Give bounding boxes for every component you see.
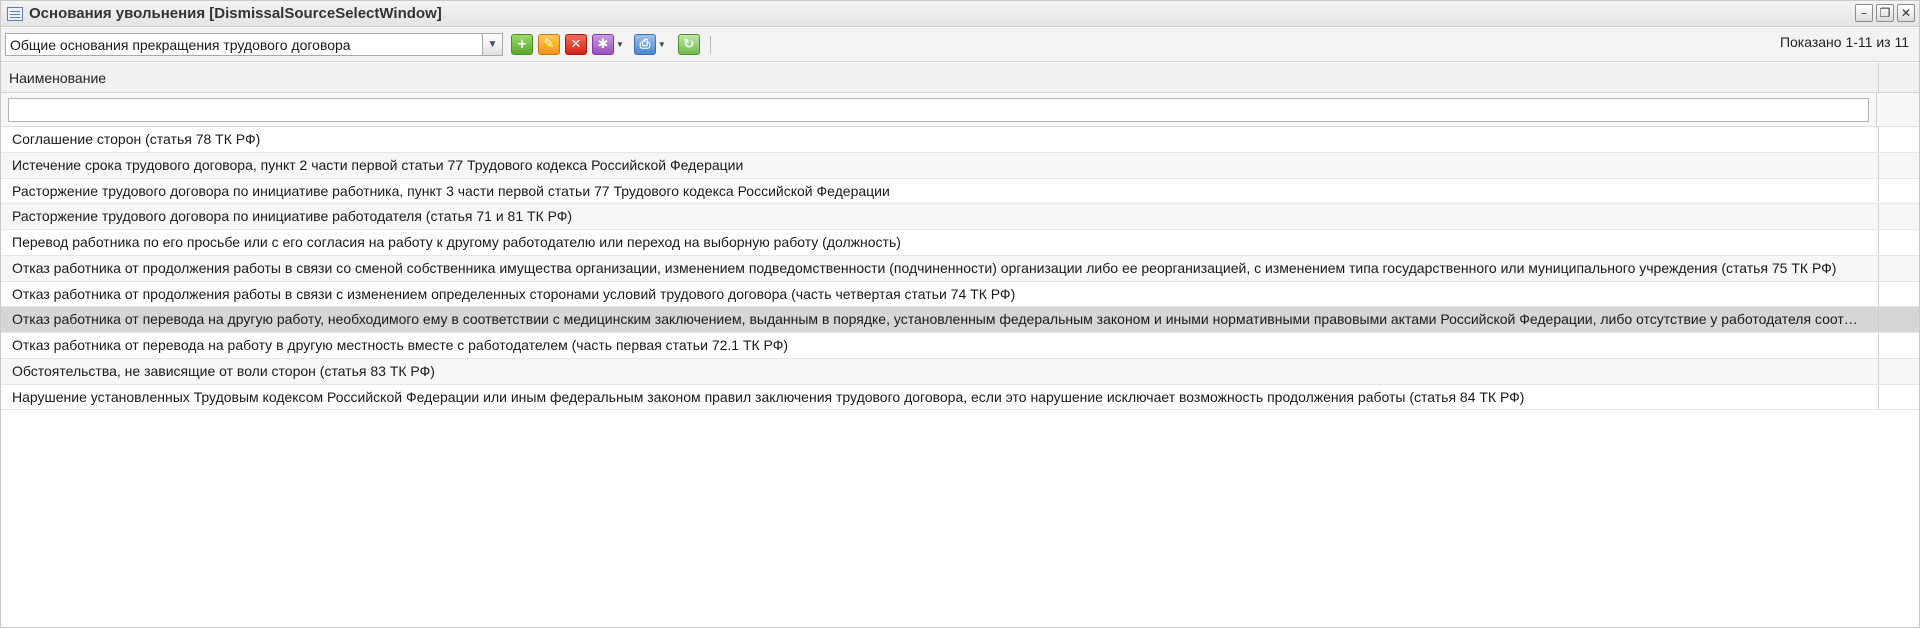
- pencil-icon: ✎: [543, 37, 555, 52]
- print-dropdown-arrow-icon[interactable]: ▼: [658, 40, 666, 49]
- grid-header: Наименование: [1, 63, 1919, 93]
- window-grid-icon: [7, 6, 23, 21]
- chevron-down-icon[interactable]: ▼: [482, 34, 502, 55]
- row-name-cell: Соглашение сторон (статья 78 ТК РФ): [12, 131, 261, 147]
- toolbar-separator: [709, 35, 711, 54]
- edit-button[interactable]: ✎: [538, 34, 560, 55]
- paging-info: Показано 1-11 из 11: [1779, 34, 1909, 50]
- row-name-cell: Расторжение трудового договора по инициа…: [12, 182, 890, 199]
- column-divider: [1878, 204, 1879, 229]
- table-row[interactable]: Перевод работника по его просьбе или с е…: [1, 230, 1919, 256]
- table-row[interactable]: Отказ работника от продолжения работы в …: [1, 281, 1919, 308]
- more-actions-dropdown-arrow-icon[interactable]: ▼: [616, 40, 624, 49]
- table-row[interactable]: Отказ работника от перевода на работу в …: [1, 333, 1919, 359]
- row-name-cell: Отказ работника от перевода на другую ра…: [12, 311, 1864, 328]
- dismissal-source-select-window: Основания увольнения [DismissalSourceSel…: [0, 0, 1920, 628]
- row-name-cell: Нарушение установленных Трудовым кодексо…: [12, 388, 1525, 405]
- plus-icon: +: [516, 37, 528, 52]
- column-divider: [1878, 127, 1879, 152]
- window-title: Основания увольнения [DismissalSourceSel…: [29, 5, 442, 22]
- table-row[interactable]: Отказ работника от продолжения работы в …: [1, 255, 1919, 282]
- close-button[interactable]: ✕: [1897, 4, 1915, 22]
- row-name-cell: Отказ работника от перевода на работу в …: [12, 337, 789, 353]
- column-divider: [1878, 307, 1879, 332]
- row-name-cell: Отказ работника от продолжения работы в …: [12, 259, 1837, 276]
- table-row[interactable]: Соглашение сторон (статья 78 ТК РФ): [1, 127, 1919, 153]
- grid-filter-row: [1, 93, 1919, 127]
- window-titlebar[interactable]: Основания увольнения [DismissalSourceSel…: [1, 1, 1919, 27]
- column-divider: [1876, 93, 1877, 127]
- refresh-button[interactable]: ↻: [677, 34, 700, 55]
- category-select-value: Общие основания прекращения трудового до…: [10, 36, 351, 53]
- column-divider: [1878, 178, 1879, 204]
- name-filter-input[interactable]: [8, 98, 1869, 122]
- column-header-name[interactable]: Наименование: [9, 70, 106, 86]
- toolbar: Общие основания прекращения трудового до…: [1, 28, 1919, 62]
- column-divider: [1878, 281, 1879, 307]
- table-row[interactable]: Отказ работника от перевода на другую ра…: [1, 307, 1919, 333]
- category-select[interactable]: Общие основания прекращения трудового до…: [5, 33, 503, 56]
- row-name-cell: Расторжение трудового договора по инициа…: [12, 208, 573, 225]
- column-divider: [1878, 384, 1879, 410]
- add-button[interactable]: +: [511, 34, 533, 55]
- delete-icon: ✕: [570, 37, 582, 52]
- row-name-cell: Отказ работника от продолжения работы в …: [12, 285, 1016, 302]
- grid-rows: Соглашение сторон (статья 78 ТК РФ) Истеч…: [1, 127, 1919, 411]
- minimize-button[interactable]: –: [1855, 4, 1873, 22]
- table-row[interactable]: Расторжение трудового договора по инициа…: [1, 204, 1919, 230]
- table-row[interactable]: Расторжение трудового договора по инициа…: [1, 178, 1919, 205]
- print-button[interactable]: ⎙: [633, 34, 656, 55]
- printer-icon: ⎙: [639, 37, 651, 52]
- column-divider: [1878, 230, 1879, 255]
- column-divider: [1878, 152, 1879, 178]
- column-divider: [1878, 255, 1879, 281]
- gear-icon: ✱: [597, 37, 609, 52]
- more-actions-button[interactable]: ✱: [592, 34, 614, 55]
- row-name-cell: Истечение срока трудового договора, пунк…: [12, 156, 744, 173]
- column-divider: [1878, 358, 1879, 384]
- results-grid: Наименование Соглашение сторон (статья 7…: [1, 63, 1919, 629]
- delete-button[interactable]: ✕: [565, 34, 587, 55]
- maximize-button[interactable]: ❐: [1876, 4, 1894, 22]
- column-divider: [1878, 333, 1879, 358]
- row-name-cell: Перевод работника по его просьбе или с е…: [12, 234, 901, 250]
- table-row[interactable]: Истечение срока трудового договора, пунк…: [1, 152, 1919, 179]
- column-header-code[interactable]: [1878, 63, 1900, 93]
- refresh-icon: ↻: [683, 37, 695, 52]
- row-name-cell: Обстоятельства, не зависящие от воли сто…: [12, 362, 435, 379]
- table-row[interactable]: Нарушение установленных Трудовым кодексо…: [1, 384, 1919, 411]
- table-row[interactable]: Обстоятельства, не зависящие от воли сто…: [1, 358, 1919, 385]
- window-controls: – ❐ ✕: [1855, 4, 1915, 22]
